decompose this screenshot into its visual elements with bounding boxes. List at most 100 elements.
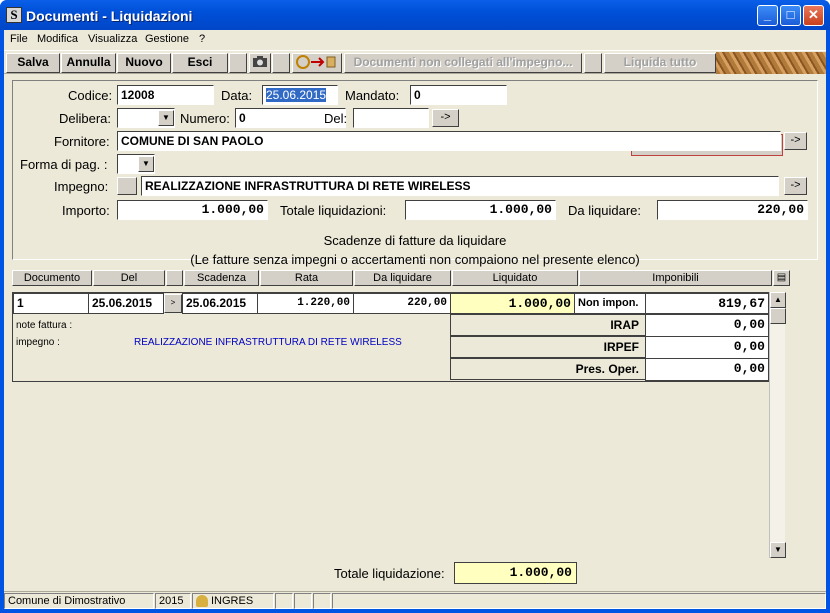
menu-bar: File Modifica Visualizza Gestione ?	[4, 30, 826, 48]
cell-scadenza[interactable]: 25.06.2015	[182, 293, 258, 314]
note-fattura-label: note fattura :	[16, 320, 73, 331]
importo-field[interactable]: 1.000,00	[117, 200, 268, 220]
data-field[interactable]: 25.06.2015	[262, 85, 338, 105]
irap-label: IRAP	[450, 314, 646, 336]
impegno-field[interactable]: REALIZZAZIONE INFRASTRUTTURA DI RETE WIR…	[141, 176, 779, 196]
cell-rata[interactable]: 1.220,00	[257, 293, 354, 314]
status-ente: Comune di Dimostrativo	[4, 593, 154, 609]
grid-subheading: (Le fatture senza impegni o accertamenti…	[190, 252, 640, 267]
status-panel-4	[275, 593, 293, 609]
col-documento[interactable]: Documento	[12, 270, 92, 286]
close-button[interactable]: ✕	[803, 5, 824, 26]
status-utente: INGRES	[211, 595, 254, 607]
col-da-liquidare[interactable]: Da liquidare	[354, 270, 451, 286]
documenti-non-collegati-button[interactable]: Documenti non collegati all'impegno...	[344, 53, 582, 73]
pres-oper-value[interactable]: 0,00	[645, 358, 769, 381]
totale-liquidazioni-label: Totale liquidazioni:	[280, 203, 387, 218]
maximize-button[interactable]: □	[780, 5, 801, 26]
title-bar[interactable]: S Documenti - Liquidazioni _ □ ✕	[0, 0, 830, 30]
invoice-grid: 1 25.06.2015 > 25.06.2015 1.220,00 220,0…	[12, 292, 772, 382]
liquida-tutto-button[interactable]: Liquida tutto	[604, 53, 716, 73]
da-liquidare-label: Da liquidare:	[568, 203, 641, 218]
col-rata[interactable]: Rata	[260, 270, 353, 286]
row-arrow-button[interactable]: >	[164, 294, 182, 313]
impegno-arrow-button[interactable]: ->	[784, 177, 807, 195]
chevron-down-icon[interactable]: ▼	[158, 110, 174, 126]
pres-oper-label: Pres. Oper.	[450, 358, 646, 380]
chevron-down-icon[interactable]: ▼	[138, 156, 154, 172]
annulla-button[interactable]: Annulla	[61, 53, 116, 73]
client-area: File Modifica Visualizza Gestione ? Salv…	[4, 30, 826, 609]
impegno-note-value: REALIZZAZIONE INFRASTRUTTURA DI RETE WIR…	[134, 337, 402, 348]
forma-pag-label: Forma di pag. :	[20, 157, 108, 172]
salva-button[interactable]: Salva	[6, 53, 60, 73]
impegno-note-label: impegno :	[16, 337, 60, 348]
vertical-scrollbar[interactable]: ▲ ▼	[769, 292, 786, 558]
fornitore-field[interactable]: COMUNE DI SAN PAOLO	[117, 131, 781, 151]
del-arrow-button[interactable]: ->	[432, 109, 459, 127]
user-icon	[196, 595, 208, 607]
codice-label: Codice:	[68, 88, 113, 103]
totale-liquidazioni-field: 1.000,00	[405, 200, 556, 220]
link-documents-icon[interactable]	[292, 53, 342, 73]
irpef-value[interactable]: 0,00	[645, 336, 769, 359]
cell-del[interactable]: 25.06.2015	[88, 293, 164, 314]
status-bar: Comune di Dimostrativo 2015 INGRES	[4, 591, 826, 609]
totale-liquidazione-label: Totale liquidazione:	[334, 566, 445, 581]
minimize-button[interactable]: _	[757, 5, 778, 26]
nuovo-button[interactable]: Nuovo	[117, 53, 171, 73]
totale-liquidazione-value: 1.000,00	[454, 562, 577, 584]
scroll-thumb[interactable]	[770, 308, 786, 324]
impegno-label: Impegno:	[54, 179, 109, 194]
status-utente-panel: INGRES	[192, 593, 274, 609]
non-impon-label: Non impon.	[574, 293, 646, 314]
window-title: Documenti - Liquidazioni	[26, 8, 193, 24]
col-del[interactable]: Del	[93, 270, 165, 286]
data-value: 25.06.2015	[266, 88, 327, 102]
esci-button[interactable]: Esci	[172, 53, 228, 73]
menu-visualizza[interactable]: Visualizza	[88, 33, 137, 45]
grid-menu-icon[interactable]: ▤	[773, 270, 790, 286]
app-icon: S	[6, 7, 22, 23]
fornitore-arrow-button[interactable]: ->	[784, 132, 807, 150]
col-liquidato[interactable]: Liquidato	[452, 270, 578, 286]
menu-modifica[interactable]: Modifica	[37, 33, 78, 45]
status-panel-6	[313, 593, 331, 609]
decorative-image	[716, 52, 826, 74]
impegno-lookup-button[interactable]	[117, 177, 137, 195]
scroll-up-icon[interactable]: ▲	[770, 292, 786, 308]
cell-liquidato[interactable]: 1.000,00	[450, 293, 575, 314]
scroll-down-icon[interactable]: ▼	[770, 542, 786, 558]
non-impon-value[interactable]: 819,67	[645, 293, 769, 314]
del-label: Del:	[324, 111, 348, 126]
irap-value[interactable]: 0,00	[645, 314, 769, 337]
cell-documento[interactable]: 1	[13, 293, 89, 314]
data-label: Data:	[221, 88, 253, 103]
toolbar: Salva Annulla Nuovo Esci Documenti non c…	[4, 50, 826, 74]
delibera-label: Delibera:	[59, 111, 112, 126]
status-anno: 2015	[155, 593, 191, 609]
del-field[interactable]	[353, 108, 429, 128]
cell-da-liquidare[interactable]: 220,00	[353, 293, 451, 314]
status-panel-5	[294, 593, 312, 609]
status-panel-7	[332, 593, 826, 609]
codice-field[interactable]: 12008	[117, 85, 214, 105]
menu-gestione[interactable]: Gestione	[145, 33, 189, 45]
fornitore-label: Fornitore:	[54, 134, 110, 149]
mandato-field[interactable]: 0	[410, 85, 507, 105]
col-spacer	[166, 270, 183, 286]
importo-label: Importo:	[62, 203, 110, 218]
separator-button	[229, 53, 247, 73]
mandato-label: Mandato:	[345, 88, 400, 103]
menu-help[interactable]: ?	[199, 33, 205, 45]
application-window: S Documenti - Liquidazioni _ □ ✕ File Mo…	[0, 0, 830, 613]
separator-button-2	[272, 53, 290, 73]
col-imponibili[interactable]: Imponibili	[579, 270, 772, 286]
irpef-label: IRPEF	[450, 336, 646, 358]
camera-icon[interactable]	[249, 53, 271, 73]
separator-button-3	[584, 53, 602, 73]
col-scadenza[interactable]: Scadenza	[184, 270, 259, 286]
grid-header: Documento Del Scadenza Rata Da liquidare…	[12, 270, 790, 286]
menu-file[interactable]: File	[10, 33, 28, 45]
grid-heading: Scadenze di fatture da liquidare	[323, 233, 507, 248]
